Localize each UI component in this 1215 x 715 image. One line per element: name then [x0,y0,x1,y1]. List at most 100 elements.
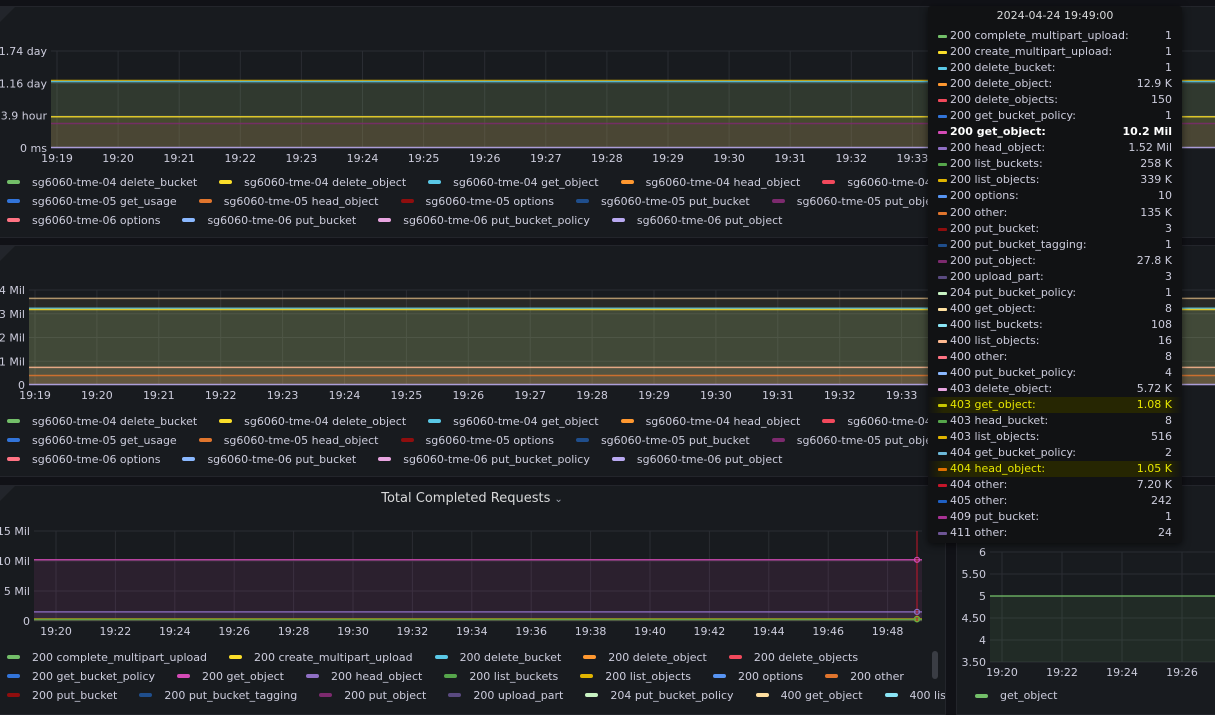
tooltip-series-value: 1 [1165,285,1172,301]
legend-item[interactable]: 200 delete_objects [721,651,858,664]
legend-item[interactable]: sg6060-tme-05 get_usage [0,195,177,208]
tooltip-row: 403 list_objects:516 [928,429,1182,445]
series-color-swatch [219,419,232,423]
legend-item[interactable]: sg6060-tme-04 get_object [420,415,598,428]
legend-label: sg6060-tme-04 head_object [646,176,801,189]
series-color-swatch [612,457,625,461]
legend-item[interactable]: sg6060-tme-04 get_object [420,176,598,189]
tooltip-row: 200 delete_bucket:1 [928,60,1182,76]
x-tick-label: 19:22 [100,625,132,638]
legend-item[interactable]: 200 get_object [169,670,284,683]
tooltip-series-label: 200 get_object: [950,125,1046,138]
tooltip-series-label: 204 put_bucket_policy: [950,286,1076,299]
series-color-swatch [7,693,20,697]
legend-item[interactable]: 200 create_multipart_upload [221,651,413,664]
series-color-swatch [583,655,596,659]
tooltip-series-label: 200 delete_objects: [950,93,1058,106]
legend-item[interactable]: sg6060-tme-04 head_object [613,176,801,189]
legend-label: sg6060-tme-04 delete_bucket [32,176,197,189]
tooltip-series-label: 200 create_multipart_upload: [950,45,1112,58]
legend-item[interactable]: sg6060-tme-06 put_bucket [174,214,356,227]
x-tick-label: 19:22 [205,389,237,402]
legend-item[interactable]: 204 put_bucket_policy [577,689,733,702]
tooltip-series-value: 3 [1165,221,1172,237]
x-tick-label: 19:26 [1166,666,1198,679]
x-tick-label: 19:20 [40,625,72,638]
legend-item[interactable]: sg6060-tme-06 options [0,214,160,227]
x-tick-label: 19:24 [1106,666,1138,679]
tooltip-row: 200 head_object:1.52 Mil [928,140,1182,156]
legend-item[interactable]: 200 head_object [298,670,422,683]
legend-label: 400 get_object [781,689,863,702]
legend-item[interactable]: sg6060-tme-05 get_usage [0,434,177,447]
legend-item[interactable]: 200 complete_multipart_upload [0,651,207,664]
series-color-swatch [938,228,947,231]
legend-item[interactable]: get_object [967,689,1057,702]
legend-item[interactable]: 200 list_buckets [436,670,558,683]
legend-scrollbar[interactable] [932,651,938,679]
series-color-swatch [199,438,212,442]
legend-label: sg6060-tme-05 get_usage [32,434,177,447]
legend-item[interactable]: sg6060-tme-06 put_bucket_policy [370,453,590,466]
y-tick-label: 5.50 [962,568,987,581]
legend-item[interactable]: sg6060-tme-04 head_object [613,415,801,428]
legend-item[interactable]: sg6060-tme-05 put_object [764,434,943,447]
legend-item[interactable]: 200 upload_part [440,689,563,702]
tooltip-series-label: 200 head_object: [950,141,1045,154]
legend-item[interactable]: sg6060-tme-06 options [0,453,160,466]
legend-item[interactable]: sg6060-tme-06 put_bucket [174,453,356,466]
legend-row: sg6060-tme-05 get_usage sg6060-tme-05 hea… [0,431,1039,449]
legend-item[interactable]: 200 put_object [311,689,426,702]
legend-item[interactable]: 200 get_bucket_policy [0,670,155,683]
series-color-swatch [7,199,20,203]
legend-item[interactable]: 200 delete_bucket [427,651,562,664]
legend-item[interactable]: sg6060-tme-05 put_bucket [568,434,750,447]
x-tick-label: 19:46 [812,625,844,638]
series-color-swatch [938,163,947,166]
legend-item[interactable]: 200 options [705,670,803,683]
x-tick-label: 19:20 [81,389,113,402]
legend-item[interactable]: 200 put_bucket [0,689,117,702]
legend-item[interactable]: 400 get_object [748,689,863,702]
legend-item[interactable]: 200 delete_object [575,651,707,664]
series-color-swatch [938,452,947,455]
series-color-swatch [621,419,634,423]
legend-item[interactable]: sg6060-tme-05 head_object [191,195,379,208]
total-requests-chart[interactable]: 15 Mil10 Mil5 Mil019:2019:2219:2419:2619… [0,486,946,646]
series-color-swatch [612,218,625,222]
series-color-swatch [938,404,947,407]
total-requests-panel: Total Completed Requests⌄ 15 Mil10 Mil5 … [0,485,946,715]
legend-label: sg6060-tme-06 put_bucket_policy [403,214,590,227]
legend-item[interactable]: 200 put_bucket_tagging [131,689,297,702]
tooltip-series-value: 1 [1165,108,1172,124]
series-color-swatch [306,674,319,678]
tooltip-series-label: 411 other: [950,526,1007,539]
tooltip-row: 403 get_object:1.08 K [928,397,1182,413]
legend-item[interactable]: 200 list_objects [572,670,691,683]
tooltip-series-value: 258 K [1140,156,1172,172]
legend-item[interactable]: sg6060-tme-04 delete_object [211,176,406,189]
tooltip-series-label: 200 put_object: [950,254,1036,267]
series-color-swatch [378,218,391,222]
legend-item[interactable]: sg6060-tme-06 put_object [604,214,783,227]
legend-item[interactable]: sg6060-tme-05 put_bucket [568,195,750,208]
legend-row: sg6060-tme-06 options sg6060-tme-06 put_b… [0,211,796,229]
series-color-swatch [621,180,634,184]
legend-item[interactable]: sg6060-tme-05 head_object [191,434,379,447]
legend-item[interactable]: 200 other [817,670,904,683]
legend-item[interactable]: sg6060-tme-06 put_object [604,453,783,466]
tooltip-rows: 200 complete_multipart_upload:1200 creat… [928,28,1182,542]
legend-item[interactable]: sg6060-tme-05 put_object [764,195,943,208]
series-color-swatch [938,484,947,487]
tooltip-series-value: 2 [1165,445,1172,461]
legend-item[interactable]: sg6060-tme-04 delete_object [211,415,406,428]
legend-item[interactable]: 400 list_buckets [877,689,946,702]
legend-item[interactable]: sg6060-tme-04 delete_bucket [0,415,197,428]
legend-item[interactable]: sg6060-tme-05 options [393,195,554,208]
tooltip-row: 200 get_object:10.2 Mil [928,124,1182,140]
tooltip-row: 404 other:7.20 K [928,477,1182,493]
legend-item[interactable]: sg6060-tme-05 options [393,434,554,447]
legend-item[interactable]: sg6060-tme-04 delete_bucket [0,176,197,189]
legend-item[interactable]: sg6060-tme-06 put_bucket_policy [370,214,590,227]
tooltip-row: 200 create_multipart_upload:1 [928,44,1182,60]
